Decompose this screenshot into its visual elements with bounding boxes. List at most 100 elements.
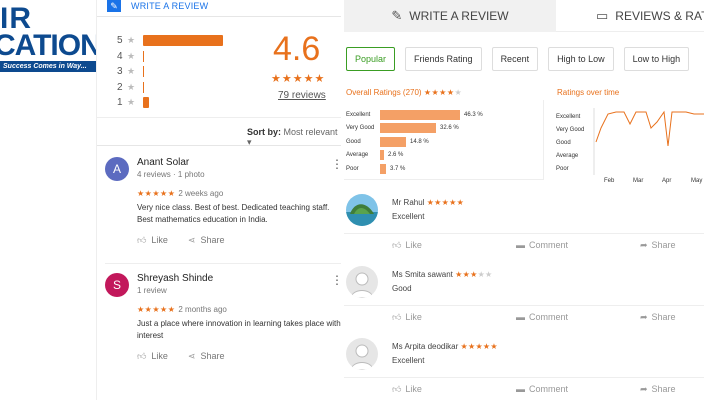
tab-write-review-label: WRITE A REVIEW	[409, 9, 509, 23]
review-stars: ★★★★★ 2 weeks ago	[137, 189, 223, 198]
share-arrow-icon: ➦	[640, 240, 648, 250]
share-label: Share	[651, 240, 676, 250]
star-number: 1	[117, 97, 123, 109]
rating-bar	[380, 109, 460, 120]
average-rating: 4.6	[273, 30, 321, 68]
like-label: Like	[405, 240, 422, 250]
like-button[interactable]: 👍︎ Like	[392, 240, 422, 251]
overall-rating-row: Very Good 32.6 %	[346, 122, 459, 135]
share-icon: ⋖	[187, 235, 196, 245]
histogram-bar	[143, 50, 144, 62]
share-button[interactable]: ➦ Share	[640, 312, 676, 323]
comment-icon: ▬	[516, 384, 525, 394]
tab-write-review[interactable]: ✎ WRITE A REVIEW	[344, 0, 556, 32]
share-button[interactable]: ⋖ Share	[188, 235, 225, 246]
like-button[interactable]: 👍︎ Like	[137, 351, 168, 362]
review-text: Excellent	[392, 212, 425, 221]
filter-button[interactable]: Low to High	[623, 47, 690, 71]
reviewer-name-rating: Ms Smita sawant ★★★★★	[392, 270, 493, 279]
histogram-row: 3 ★	[117, 64, 223, 80]
divider	[97, 117, 341, 118]
y-tick-label: Very Good	[556, 127, 584, 133]
review-text: Excellent	[392, 356, 425, 365]
star-icon: ★	[127, 35, 136, 46]
write-review-link[interactable]: ✎ WRITE A REVIEW	[107, 0, 208, 12]
share-button[interactable]: ⋖ Share	[188, 351, 225, 362]
rating-bar	[380, 150, 384, 160]
histogram-bar	[143, 35, 223, 47]
comment-label: Comment	[529, 384, 569, 394]
review-date: 2 months ago	[178, 305, 227, 314]
like-button[interactable]: 👍︎ Like	[392, 312, 422, 323]
review-actions: 👍︎ Like ⋖ Share	[137, 351, 225, 362]
reviewer-name[interactable]: Ms Arpita deodikar	[392, 342, 458, 351]
brand-logo: IR CATION Success Comes in Way...	[0, 0, 96, 80]
like-button[interactable]: 👍︎ Like	[137, 235, 168, 246]
overall-stars-on: ★★★★	[423, 88, 455, 97]
divider	[344, 233, 704, 234]
thumbs-up-icon: 👍︎	[137, 351, 147, 361]
rating-bar	[380, 123, 436, 133]
reviewer-name[interactable]: Ms Smita sawant	[392, 270, 453, 279]
histogram-bar	[143, 81, 144, 93]
tab-reviews-ratings[interactable]: ▭ REVIEWS & RATI	[556, 0, 704, 32]
review-actions: 👍︎ Like ⋖ Share	[137, 235, 225, 246]
y-tick-label: Average	[556, 153, 579, 159]
user-placeholder-icon[interactable]	[346, 338, 378, 370]
share-arrow-icon: ➦	[640, 384, 648, 394]
filter-button[interactable]: High to Low	[548, 47, 614, 71]
filter-button[interactable]: Recent	[491, 47, 539, 71]
rating-bar	[380, 136, 406, 147]
overall-rating-row: Average 2.6 %	[346, 149, 403, 162]
comment-button[interactable]: ▬ Comment	[516, 384, 568, 394]
y-tick-label: Excellent	[556, 114, 581, 120]
filter-button[interactable]: Friends Rating	[405, 47, 482, 71]
more-options-icon[interactable]: ⋮	[331, 273, 343, 287]
review-count-link[interactable]: 79 reviews	[278, 90, 326, 101]
thumbs-up-icon: 👍︎	[392, 384, 402, 394]
y-tick-label: Poor	[556, 166, 569, 172]
comment-button[interactable]: ▬ Comment	[516, 312, 568, 322]
share-button[interactable]: ➦ Share	[640, 240, 676, 251]
sort-label: Sort by:	[247, 127, 282, 137]
x-tick-label: Mar	[633, 178, 643, 184]
overall-rating-row: Poor 3.7 %	[346, 162, 405, 175]
divider	[344, 305, 704, 306]
reviewer-name[interactable]: Shreyash Shinde	[137, 273, 213, 284]
stars-on: ★★★★★	[460, 342, 498, 351]
share-button[interactable]: ➦ Share	[640, 384, 676, 395]
logo-tagline: Success Comes in Way...	[0, 61, 96, 72]
share-icon: ⋖	[187, 351, 196, 361]
reviewer-name[interactable]: Anant Solar	[137, 157, 189, 168]
histogram-row: 5 ★	[117, 33, 223, 49]
divider	[97, 145, 341, 146]
comment-icon: ▬	[516, 312, 525, 322]
star-icon: ★	[127, 81, 136, 92]
stars-value: ★★★★★	[137, 189, 176, 198]
pencil-icon: ✎	[107, 0, 121, 12]
overall-ratings-title: Overall Ratings (270) ★★★★★	[346, 88, 462, 97]
filter-button[interactable]: Popular	[346, 47, 396, 71]
comment-label: Comment	[529, 240, 569, 250]
y-tick-label: Good	[556, 140, 571, 146]
x-tick-label: May	[691, 178, 702, 184]
avatar[interactable]: S	[105, 273, 129, 297]
rating-percent: 46.3 %	[464, 111, 483, 118]
overall-ratings-chart: Excellent 46.3 % Very Good 32.6 % Good 14.8 %…	[344, 100, 544, 180]
reviewer-name-rating: Ms Arpita deodikar ★★★★★	[392, 342, 498, 351]
like-button[interactable]: 👍︎ Like	[392, 384, 422, 395]
rating-percent: 2.6 %	[388, 152, 404, 158]
review-stars: ★★★★★ 2 months ago	[137, 305, 227, 314]
widget-tabs: ✎ WRITE A REVIEW ▭ REVIEWS & RATI	[344, 0, 704, 32]
reviewer-name[interactable]: Mr Rahul	[392, 198, 424, 207]
rating-label: Good	[346, 138, 361, 145]
avatar[interactable]: A	[105, 157, 129, 181]
reviewer-photo[interactable]	[346, 194, 378, 226]
user-placeholder-icon[interactable]	[346, 266, 378, 298]
divider	[344, 377, 704, 378]
more-options-icon[interactable]: ⋮	[331, 157, 343, 171]
thumbs-up-icon: 👍︎	[392, 240, 402, 250]
comment-button[interactable]: ▬ Comment	[516, 240, 568, 250]
like-label: Like	[405, 312, 422, 322]
x-tick-label: Apr	[662, 178, 671, 184]
